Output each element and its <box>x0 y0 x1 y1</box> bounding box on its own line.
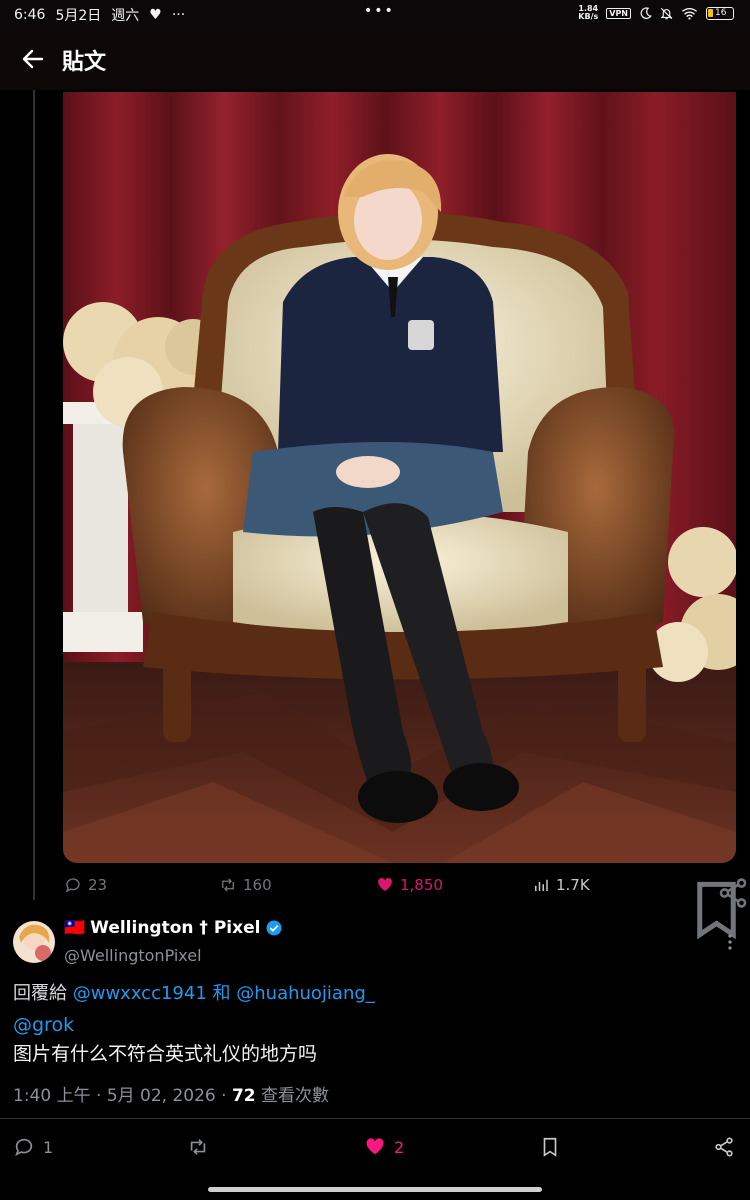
share-icon[interactable] <box>716 876 750 910</box>
back-arrow-icon[interactable] <box>16 42 50 76</box>
author-name-line[interactable]: 🇹🇼 Wellington † Pixel <box>64 918 283 938</box>
post-repost-button[interactable]: 160 <box>219 876 272 894</box>
wifi-icon <box>681 7 698 20</box>
reply-action-bar: 1 2 <box>0 1136 750 1162</box>
bookmark-button[interactable] <box>539 1136 561 1158</box>
reply-mention-2[interactable]: @huahuojiang_ <box>236 983 375 1004</box>
post-views-count: 1.7K <box>556 876 590 894</box>
reply-button[interactable]: 1 <box>13 1136 53 1158</box>
status-time: 6:46 <box>14 7 46 23</box>
author-display-name[interactable]: Wellington † Pixel <box>90 918 260 938</box>
vpn-badge: VPN <box>606 7 631 19</box>
heart-icon <box>378 877 392 891</box>
tweet-views-count: 72 <box>231 1086 256 1106</box>
post-image[interactable] <box>63 92 736 863</box>
tweet-meta: 1:40 上午 · 5月 02, 2026 · 72 查看次數 <box>13 1086 330 1106</box>
author-handle[interactable]: @WellingtonPixel <box>64 946 202 965</box>
photo-illustration <box>63 92 736 863</box>
share-icon <box>715 1137 733 1157</box>
replying-to-line: 回覆給 @wwxxcc1941 和 @huahuojiang_ <box>13 979 375 1005</box>
moon-icon <box>640 6 652 19</box>
network-speed: 1.84 KB/s <box>578 4 599 21</box>
battery-icon: 16 <box>706 6 734 20</box>
status-date: 5月2日 <box>55 8 102 24</box>
more-notifications-indicator: ··· <box>171 7 186 23</box>
multitask-dots[interactable]: ••• <box>364 3 395 19</box>
avatar[interactable] <box>13 921 55 963</box>
thread-connector-line <box>33 90 35 900</box>
like-button[interactable]: 2 <box>364 1136 404 1158</box>
bookmark-icon <box>543 1137 557 1157</box>
more-options-icon[interactable] <box>720 932 740 952</box>
app-header: 貼文 <box>0 28 750 90</box>
post-repost-count: 160 <box>243 876 272 894</box>
home-indicator[interactable] <box>208 1187 542 1192</box>
post-like-count: 1,850 <box>400 876 443 894</box>
grok-mention-link[interactable]: @grok <box>13 1014 74 1036</box>
post-action-bar: 23 160 1,850 1.7K <box>0 876 750 940</box>
share-button[interactable] <box>713 1136 735 1158</box>
views-chart-icon <box>535 879 548 891</box>
divider <box>0 1118 750 1119</box>
tweet-date[interactable]: 5月 02, 2026 <box>107 1086 216 1106</box>
post-like-button[interactable]: 1,850 <box>376 876 443 894</box>
heart-icon <box>366 1138 384 1155</box>
post-reply-count: 23 <box>88 876 108 894</box>
page-title: 貼文 <box>62 50 107 75</box>
post-views-button[interactable]: 1.7K <box>532 876 590 894</box>
repost-button[interactable] <box>187 1136 209 1158</box>
repost-icon <box>190 1139 206 1155</box>
status-bar: 6:46 5月2日 週六 ♥ ··· ••• 1.84 KB/s VPN 16 <box>0 0 750 28</box>
reply-icon <box>65 878 80 893</box>
reply-and: 和 <box>212 983 231 1004</box>
status-weekday: 週六 <box>111 8 140 24</box>
reply-icon <box>15 1138 33 1157</box>
bell-muted-icon <box>660 7 673 19</box>
reply-prefix: 回覆給 <box>13 983 67 1004</box>
heart-notification-icon: ♥ <box>149 7 162 23</box>
tweet-views-label: 查看次數 <box>261 1086 330 1106</box>
repost-icon <box>222 878 234 892</box>
tweet-body-text: 图片有什么不符合英式礼仪的地方吗 <box>13 1043 318 1065</box>
flag-icon: 🇹🇼 <box>64 918 86 938</box>
reply-count: 1 <box>43 1137 54 1157</box>
tweet-mention: @grok <box>13 1014 74 1036</box>
tweet-time[interactable]: 1:40 上午 <box>13 1086 91 1106</box>
verified-badge-icon <box>266 920 282 936</box>
reply-mention-1[interactable]: @wwxxcc1941 <box>73 983 207 1004</box>
like-count: 2 <box>394 1137 405 1157</box>
post-reply-button[interactable]: 23 <box>64 876 107 894</box>
